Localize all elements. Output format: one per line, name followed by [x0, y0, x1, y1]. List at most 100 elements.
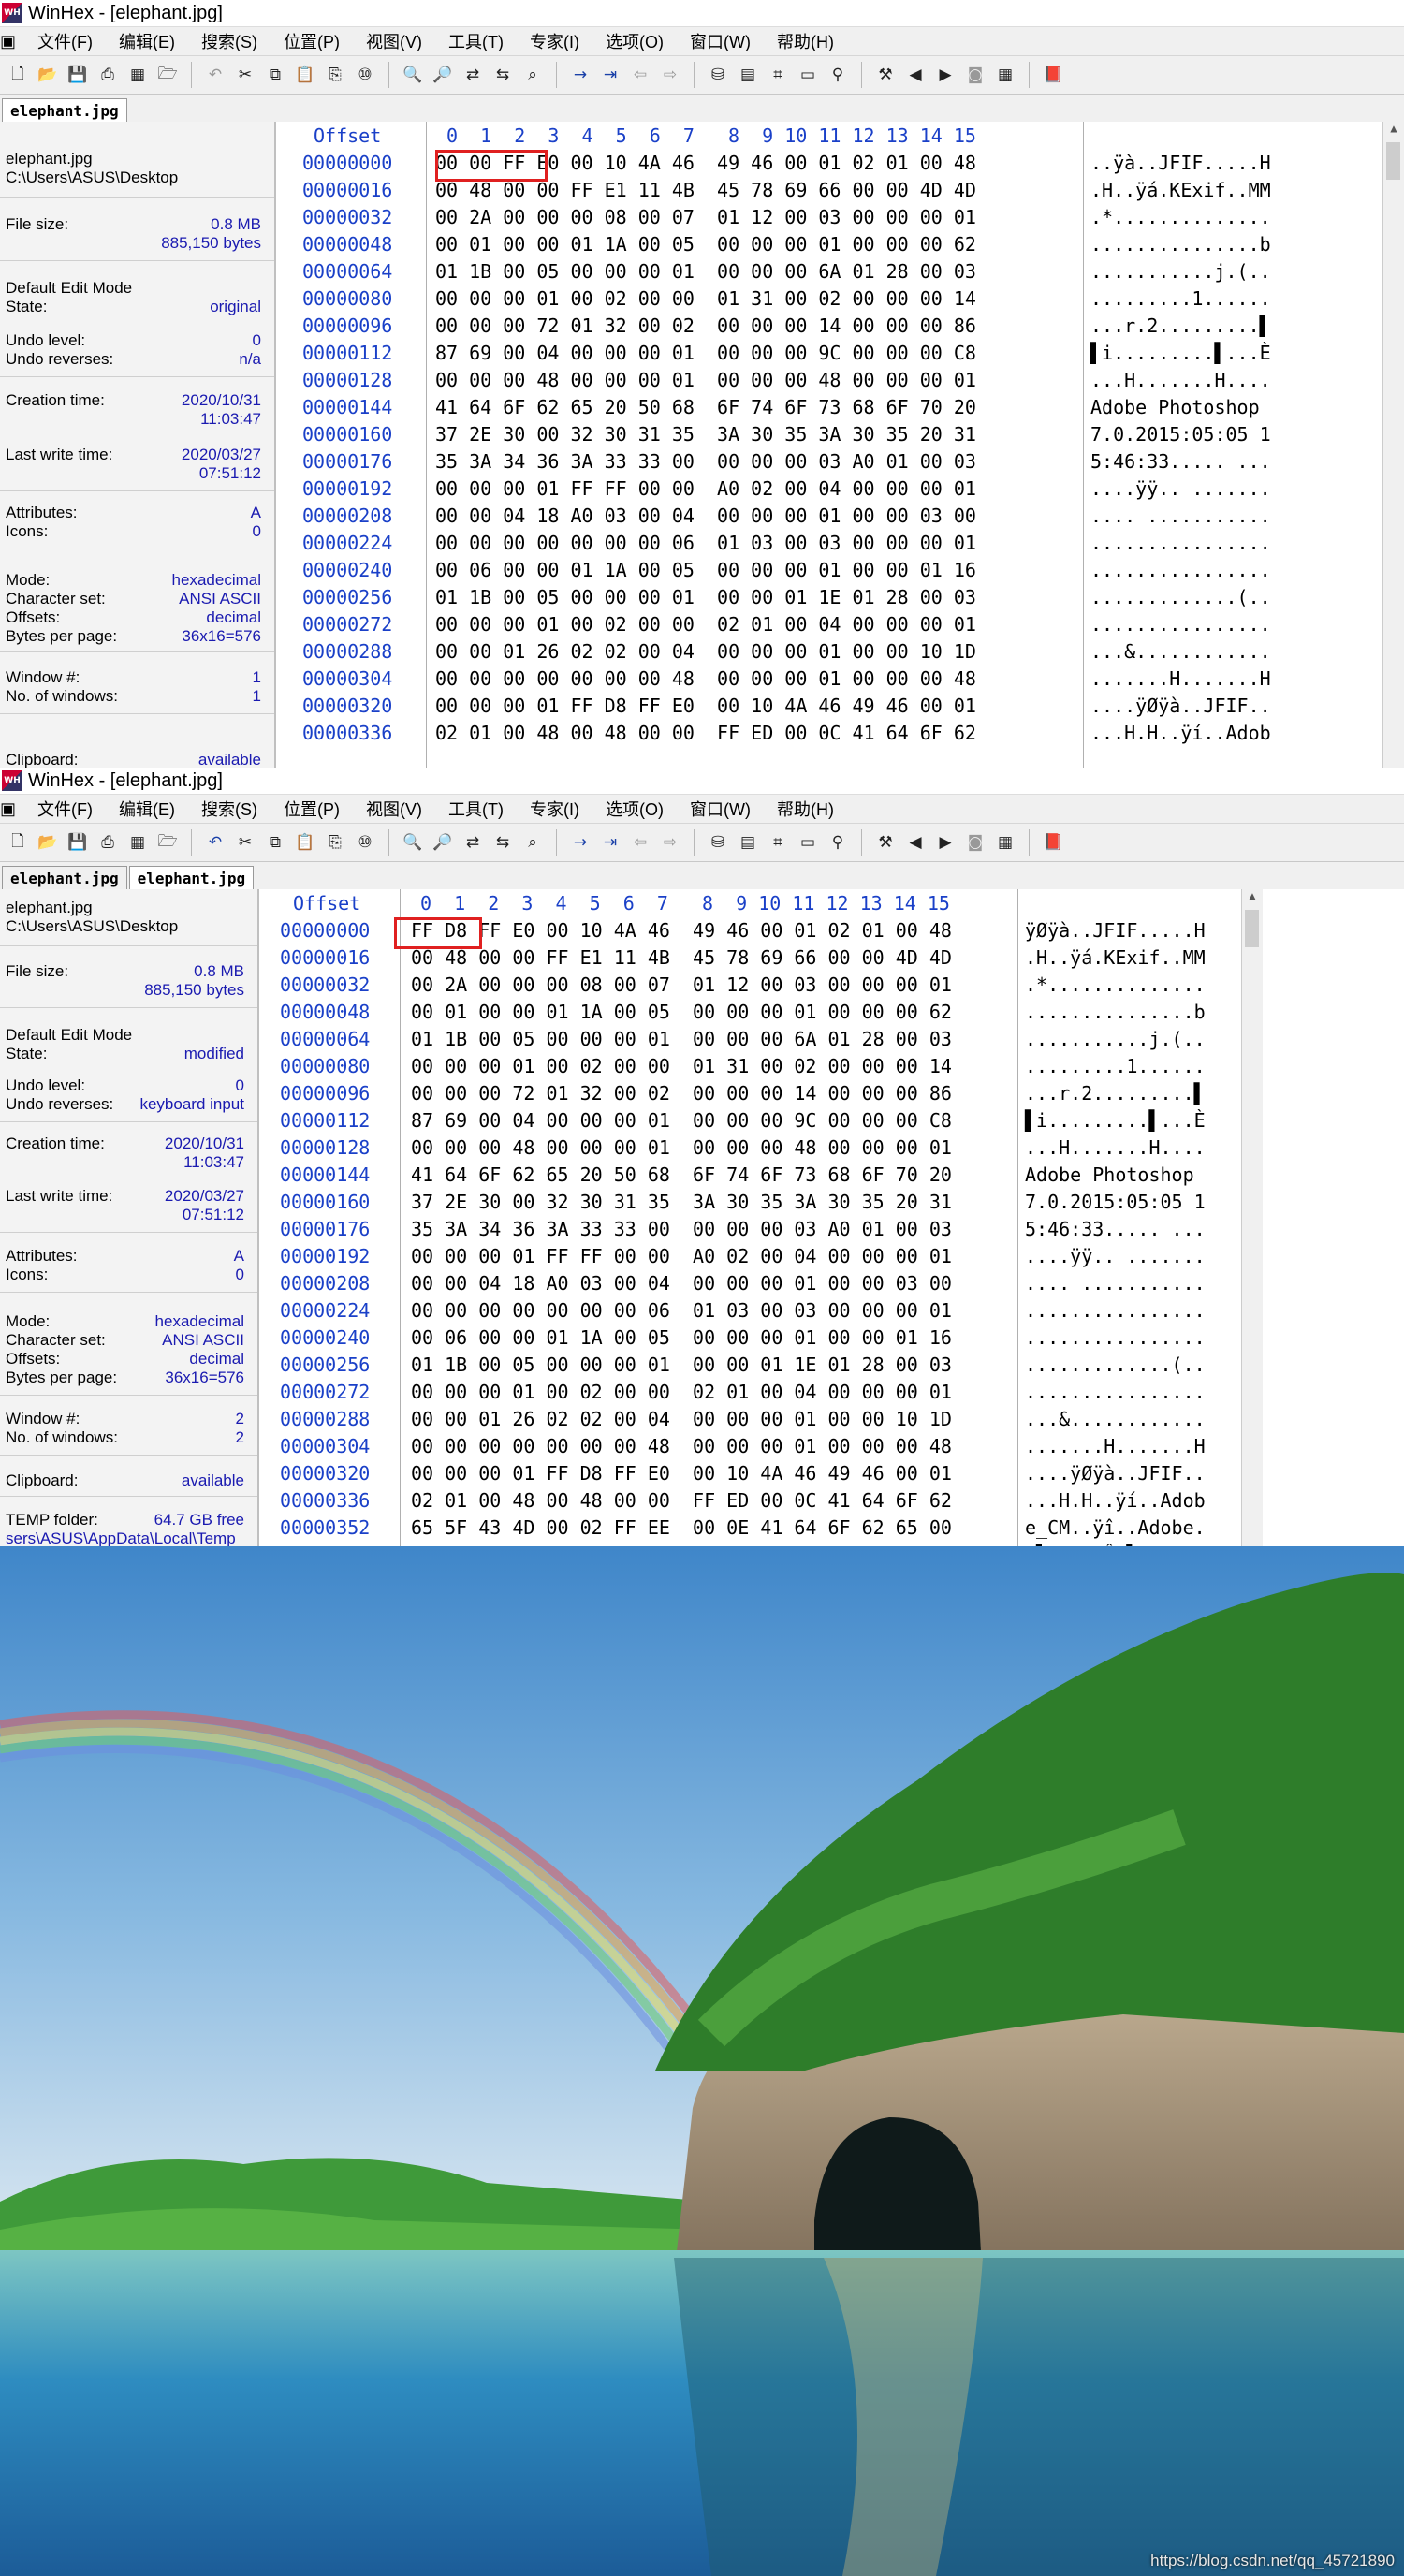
hex-view[interactable]: Offset 0 1 2 3 4 5 6 7 8 9 10 11 12 13 1…	[276, 122, 1404, 768]
ascii-row[interactable]: 7.0.2015:05:05 1	[1025, 1189, 1206, 1216]
document-menu-icon[interactable]: ▣	[0, 32, 24, 51]
menu-position[interactable]: 位置(P)	[271, 797, 353, 821]
replace-text-icon[interactable]: ⇄	[461, 63, 485, 87]
hex-row[interactable]: 00 06 00 00 01 1A 00 05 00 00 00 01 00 0…	[435, 557, 976, 584]
ascii-row[interactable]: ....ÿØÿà..JFIF..	[1090, 693, 1271, 720]
tab-elephant-jpg[interactable]: elephant.jpg	[2, 98, 127, 123]
next-icon[interactable]: ▶	[933, 830, 958, 855]
ascii-row[interactable]: 5:46:33..... ...	[1025, 1216, 1206, 1243]
hex-row[interactable]: 00 00 00 01 00 02 00 00 02 01 00 04 00 0…	[435, 611, 976, 638]
table-icon[interactable]: ▦	[993, 63, 1017, 87]
menu-edit[interactable]: 编辑(E)	[106, 797, 188, 821]
menu-tools[interactable]: 工具(T)	[435, 797, 517, 821]
hex-row[interactable]: 87 69 00 04 00 00 00 01 00 00 00 9C 00 0…	[435, 340, 976, 367]
ascii-row[interactable]: .H..ÿá.KExif..MM	[1090, 177, 1271, 204]
ascii-row[interactable]: .........1......	[1025, 1053, 1206, 1080]
hex-row[interactable]: 01 1B 00 05 00 00 00 01 00 00 01 1E 01 2…	[411, 1352, 952, 1379]
camera-icon[interactable]: ◙	[963, 830, 987, 855]
hex-row[interactable]: 00 06 00 00 01 1A 00 05 00 00 00 01 00 0…	[411, 1325, 952, 1352]
hex-row[interactable]: 00 00 00 00 00 00 00 48 00 00 00 01 00 0…	[411, 1433, 952, 1460]
vertical-scrollbar[interactable]: ▲	[1241, 889, 1263, 1546]
ascii-row[interactable]: Adobe Photoshop	[1090, 394, 1271, 421]
analyze-icon[interactable]: ▭	[796, 63, 820, 87]
ascii-row[interactable]: .............(..	[1090, 584, 1271, 611]
find-text-icon[interactable]: 🔍	[401, 63, 425, 87]
hex-row[interactable]: 37 2E 30 00 32 30 31 35 3A 30 35 3A 30 3…	[411, 1189, 952, 1216]
hex-row[interactable]: 00 2A 00 00 00 08 00 07 01 12 00 03 00 0…	[435, 204, 976, 231]
ascii-row[interactable]: ...H.......H....	[1025, 1134, 1206, 1162]
print-icon[interactable]: ⎙	[95, 63, 120, 87]
hex-row[interactable]: 00 00 00 01 FF FF 00 00 A0 02 00 04 00 0…	[435, 476, 976, 503]
save-icon[interactable]: 💾	[66, 63, 90, 87]
ascii-row[interactable]: ▌i.........▌...È	[1090, 340, 1271, 367]
hex-convert-icon[interactable]: ⑩	[353, 63, 377, 87]
print-icon[interactable]: ⎙	[95, 830, 120, 855]
ascii-row[interactable]: ..ÿà..JFIF.....H	[1090, 150, 1271, 177]
ascii-row[interactable]: .......H.......H	[1025, 1433, 1206, 1460]
hex-row[interactable]: 00 00 00 48 00 00 00 01 00 00 00 48 00 0…	[435, 367, 976, 394]
menu-view[interactable]: 视图(V)	[353, 797, 435, 821]
find-next-icon[interactable]: ⌕	[520, 830, 545, 855]
ascii-row[interactable]: ...........j.(..	[1025, 1026, 1206, 1053]
ascii-row[interactable]: .*..............	[1090, 204, 1271, 231]
calculator-icon[interactable]: ⌗	[766, 63, 790, 87]
hex-row[interactable]: 01 1B 00 05 00 00 00 01 00 00 00 6A 01 2…	[435, 258, 976, 285]
ascii-row[interactable]: ...r.2.........▌	[1025, 1080, 1206, 1107]
menu-expert[interactable]: 专家(I)	[517, 797, 592, 821]
ascii-row[interactable]: .... ...........	[1090, 503, 1271, 530]
replace-hex-icon[interactable]: ⇆	[490, 63, 515, 87]
ascii-row[interactable]: ................	[1025, 1297, 1206, 1325]
menu-tools[interactable]: 工具(T)	[435, 29, 517, 53]
hex-row[interactable]: 00 00 00 01 FF D8 FF E0 00 10 4A 46 49 4…	[435, 693, 976, 720]
hex-row[interactable]: 35 3A 34 36 3A 33 33 00 00 00 00 03 A0 0…	[435, 448, 976, 476]
next-icon[interactable]: ▶	[933, 63, 958, 87]
ascii-column[interactable]: ..ÿà..JFIF.....H .H..ÿá.KExif..MM .*......…	[1090, 150, 1271, 747]
paste-icon[interactable]: 📋	[293, 63, 317, 87]
tab-elephant-jpg[interactable]: elephant.jpg	[2, 866, 127, 890]
open-ram-icon[interactable]: ▤	[736, 830, 760, 855]
hex-row[interactable]: 01 1B 00 05 00 00 00 01 00 00 01 1E 01 2…	[435, 584, 976, 611]
properties-icon[interactable]: ▦	[125, 63, 150, 87]
ascii-row[interactable]: ...............b	[1090, 231, 1271, 258]
new-file-icon[interactable]: 🗋	[6, 830, 30, 855]
paste-icon[interactable]: 📋	[293, 830, 317, 855]
menu-window[interactable]: 窗口(W)	[677, 797, 764, 821]
ascii-row[interactable]: ....ÿÿ.. .......	[1025, 1243, 1206, 1270]
menu-help[interactable]: 帮助(H)	[764, 29, 847, 53]
hex-row[interactable]: 00 00 00 01 FF D8 FF E0 00 10 4A 46 49 4…	[411, 1460, 952, 1487]
template-icon[interactable]: ⚒	[873, 830, 898, 855]
ascii-row[interactable]: ...&............	[1090, 638, 1271, 666]
goto-page-icon[interactable]: ⇥	[598, 63, 622, 87]
menu-file[interactable]: 文件(F)	[24, 29, 106, 53]
help-book-icon[interactable]: 📕	[1041, 63, 1065, 87]
menu-position[interactable]: 位置(P)	[271, 29, 353, 53]
hex-row[interactable]: 35 3A 34 36 3A 33 33 00 00 00 00 03 A0 0…	[411, 1216, 952, 1243]
open-disk-icon[interactable]: ⛁	[706, 830, 730, 855]
tab-elephant-jpg-active[interactable]: elephant.jpg	[128, 866, 255, 890]
ascii-row[interactable]: ................	[1090, 611, 1271, 638]
ascii-row[interactable]: .............(..	[1025, 1352, 1206, 1379]
hex-row[interactable]: 00 48 00 00 FF E1 11 4B 45 78 69 66 00 0…	[411, 944, 952, 972]
open-file-icon[interactable]: 📂	[36, 63, 60, 87]
hex-row[interactable]: 00 00 00 48 00 00 00 01 00 00 00 48 00 0…	[411, 1134, 952, 1162]
hex-row[interactable]: 41 64 6F 62 65 20 50 68 6F 74 6F 73 68 6…	[411, 1162, 952, 1189]
find-next-icon[interactable]: ⌕	[520, 63, 545, 87]
hex-view[interactable]: Offset 0 1 2 3 4 5 6 7 8 9 10 11 12 13 1…	[259, 889, 1404, 1546]
ascii-row[interactable]: 7.0.2015:05:05 1	[1090, 421, 1271, 448]
hex-row[interactable]: 87 69 00 04 00 00 00 01 00 00 00 9C 00 0…	[411, 1107, 952, 1134]
ascii-row[interactable]: ................	[1090, 557, 1271, 584]
ascii-row[interactable]: .*..............	[1025, 972, 1206, 999]
ascii-row[interactable]: ...r.2.........▌	[1090, 313, 1271, 340]
hex-row[interactable]: 00 00 00 00 00 00 00 06 01 03 00 03 00 0…	[435, 530, 976, 557]
hex-row[interactable]: 00 2A 00 00 00 08 00 07 01 12 00 03 00 0…	[411, 972, 952, 999]
hex-bytes[interactable]: FF D8 FF E0 00 10 4A 46 49 46 00 01 02 0…	[411, 917, 952, 1546]
paste-write-icon[interactable]: ⎘	[323, 830, 347, 855]
ascii-row[interactable]: ....ÿØÿà..JFIF..	[1025, 1460, 1206, 1487]
hex-row[interactable]: 00 00 00 01 00 02 00 00 02 01 00 04 00 0…	[411, 1379, 952, 1406]
previous-icon[interactable]: ◀	[903, 63, 928, 87]
ascii-row[interactable]: Adobe Photoshop	[1025, 1162, 1206, 1189]
scroll-up-icon[interactable]: ▲	[1383, 122, 1404, 140]
hex-row[interactable]: 00 00 04 18 A0 03 00 04 00 00 00 01 00 0…	[435, 503, 976, 530]
hex-row[interactable]: FF D8 FF E0 00 10 4A 46 49 46 00 01 02 0…	[411, 917, 952, 944]
open-ram-icon[interactable]: ▤	[736, 63, 760, 87]
